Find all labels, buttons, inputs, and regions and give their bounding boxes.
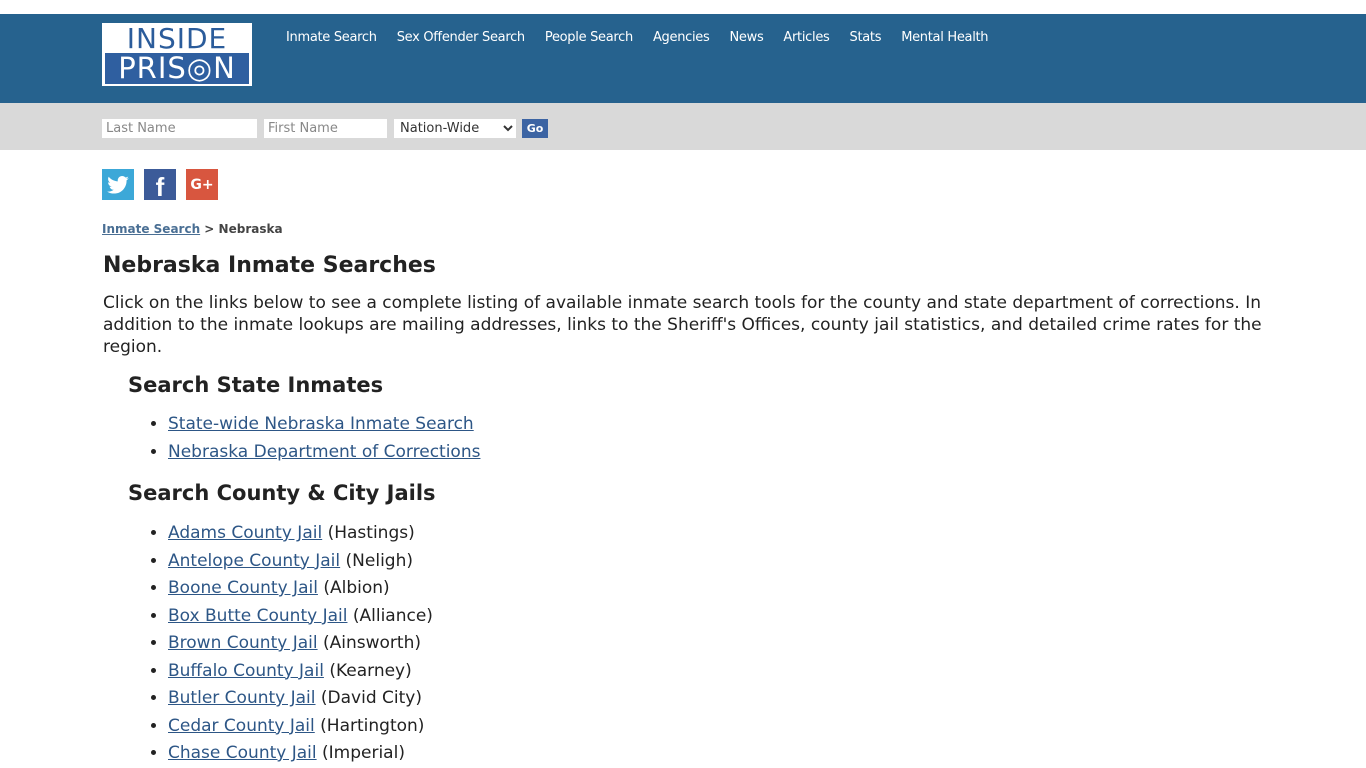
county-jail-link[interactable]: Cedar County Jail	[168, 716, 315, 736]
county-jail-link[interactable]: Box Butte County Jail	[168, 606, 347, 626]
google-plus-share-button[interactable]: G+	[186, 169, 218, 200]
county-jail-link[interactable]: Butler County Jail	[168, 688, 316, 708]
site-header: INSIDE PRIS◎N Inmate Search Sex Offender…	[0, 14, 1366, 103]
nav-sex-offender-search[interactable]: Sex Offender Search	[397, 30, 525, 46]
nav-agencies[interactable]: Agencies	[653, 30, 710, 46]
intro-text: Click on the links below to see a comple…	[103, 293, 1262, 357]
last-name-input[interactable]	[102, 119, 257, 138]
nav-mental-health[interactable]: Mental Health	[901, 30, 988, 46]
county-section-heading: Search County & City Jails	[128, 481, 436, 505]
jail-city: (Hastings)	[322, 523, 415, 543]
breadcrumb-current: Nebraska	[218, 222, 283, 236]
county-jail-link[interactable]: Adams County Jail	[168, 523, 322, 543]
jail-city: (Imperial)	[316, 743, 405, 763]
jail-city: (Alliance)	[347, 605, 433, 626]
twitter-icon	[107, 175, 129, 194]
county-jails-list: Adams County Jail (Hastings) Antelope Co…	[102, 520, 1262, 768]
jail-city: (Albion)	[317, 578, 390, 598]
breadcrumb: Inmate Search > Nebraska	[102, 222, 1262, 236]
state-links-list: State-wide Nebraska Inmate Search Nebras…	[102, 411, 1262, 466]
list-item: State-wide Nebraska Inmate Search	[168, 411, 1262, 439]
site-logo[interactable]: INSIDE PRIS◎N	[102, 23, 252, 86]
list-item: Boone County Jail (Albion)	[168, 575, 1262, 603]
county-jail-link[interactable]: Chase County Jail	[168, 743, 317, 763]
list-item: Buffalo County Jail (Kearney)	[168, 658, 1262, 686]
search-bar: Nation-Wide Go	[0, 103, 1366, 150]
breadcrumb-inmate-search[interactable]: Inmate Search	[102, 222, 200, 236]
go-button[interactable]: Go	[522, 119, 548, 138]
jail-city: (Neligh)	[340, 550, 413, 571]
logo-line-2: PRIS◎N	[105, 53, 249, 84]
county-jail-link[interactable]: Buffalo County Jail	[168, 661, 324, 681]
nav-inmate-search[interactable]: Inmate Search	[286, 30, 377, 46]
list-item: Chase County Jail (Imperial)	[168, 740, 1262, 768]
jail-city: (Hartington)	[314, 715, 425, 736]
main-nav: Inmate Search Sex Offender Search People…	[286, 30, 1008, 46]
jail-city: (David City)	[315, 688, 422, 708]
list-item: Butler County Jail (David City)	[168, 685, 1262, 713]
county-jail-link[interactable]: Brown County Jail	[168, 633, 318, 653]
list-item: Antelope County Jail (Neligh)	[168, 548, 1262, 576]
first-name-input[interactable]	[264, 119, 387, 138]
logo-line-1: INSIDE	[126, 22, 228, 55]
list-item: Adams County Jail (Hastings)	[168, 520, 1262, 548]
list-item: Nebraska Department of Corrections	[168, 439, 1262, 467]
breadcrumb-separator: >	[200, 222, 219, 236]
jail-city: (Kearney)	[323, 660, 412, 681]
state-inmate-search-link[interactable]: State-wide Nebraska Inmate Search	[168, 414, 474, 434]
state-section-heading: Search State Inmates	[128, 373, 384, 397]
nav-news[interactable]: News	[729, 30, 763, 46]
twitter-share-button[interactable]	[102, 169, 134, 200]
google-plus-icon: G+	[190, 176, 214, 193]
facebook-icon: f	[155, 171, 165, 202]
jail-city: (Ainsworth)	[317, 633, 421, 653]
county-jail-link[interactable]: Antelope County Jail	[168, 551, 340, 571]
main-content: Inmate Search > Nebraska Nebraska Inmate…	[102, 220, 1262, 768]
list-item: Cedar County Jail (Hartington)	[168, 713, 1262, 741]
social-links: f G+	[102, 169, 218, 202]
dept-corrections-link[interactable]: Nebraska Department of Corrections	[168, 442, 480, 462]
list-item: Box Butte County Jail (Alliance)	[168, 603, 1262, 631]
nav-people-search[interactable]: People Search	[545, 30, 633, 46]
top-gap	[0, 0, 1366, 14]
page-title: Nebraska Inmate Searches	[103, 253, 436, 278]
scope-select[interactable]: Nation-Wide	[394, 119, 516, 138]
county-jail-link[interactable]: Boone County Jail	[168, 578, 318, 598]
list-item: Brown County Jail (Ainsworth)	[168, 630, 1262, 658]
facebook-share-button[interactable]: f	[144, 169, 176, 202]
nav-articles[interactable]: Articles	[783, 30, 829, 46]
nav-stats[interactable]: Stats	[850, 30, 882, 46]
